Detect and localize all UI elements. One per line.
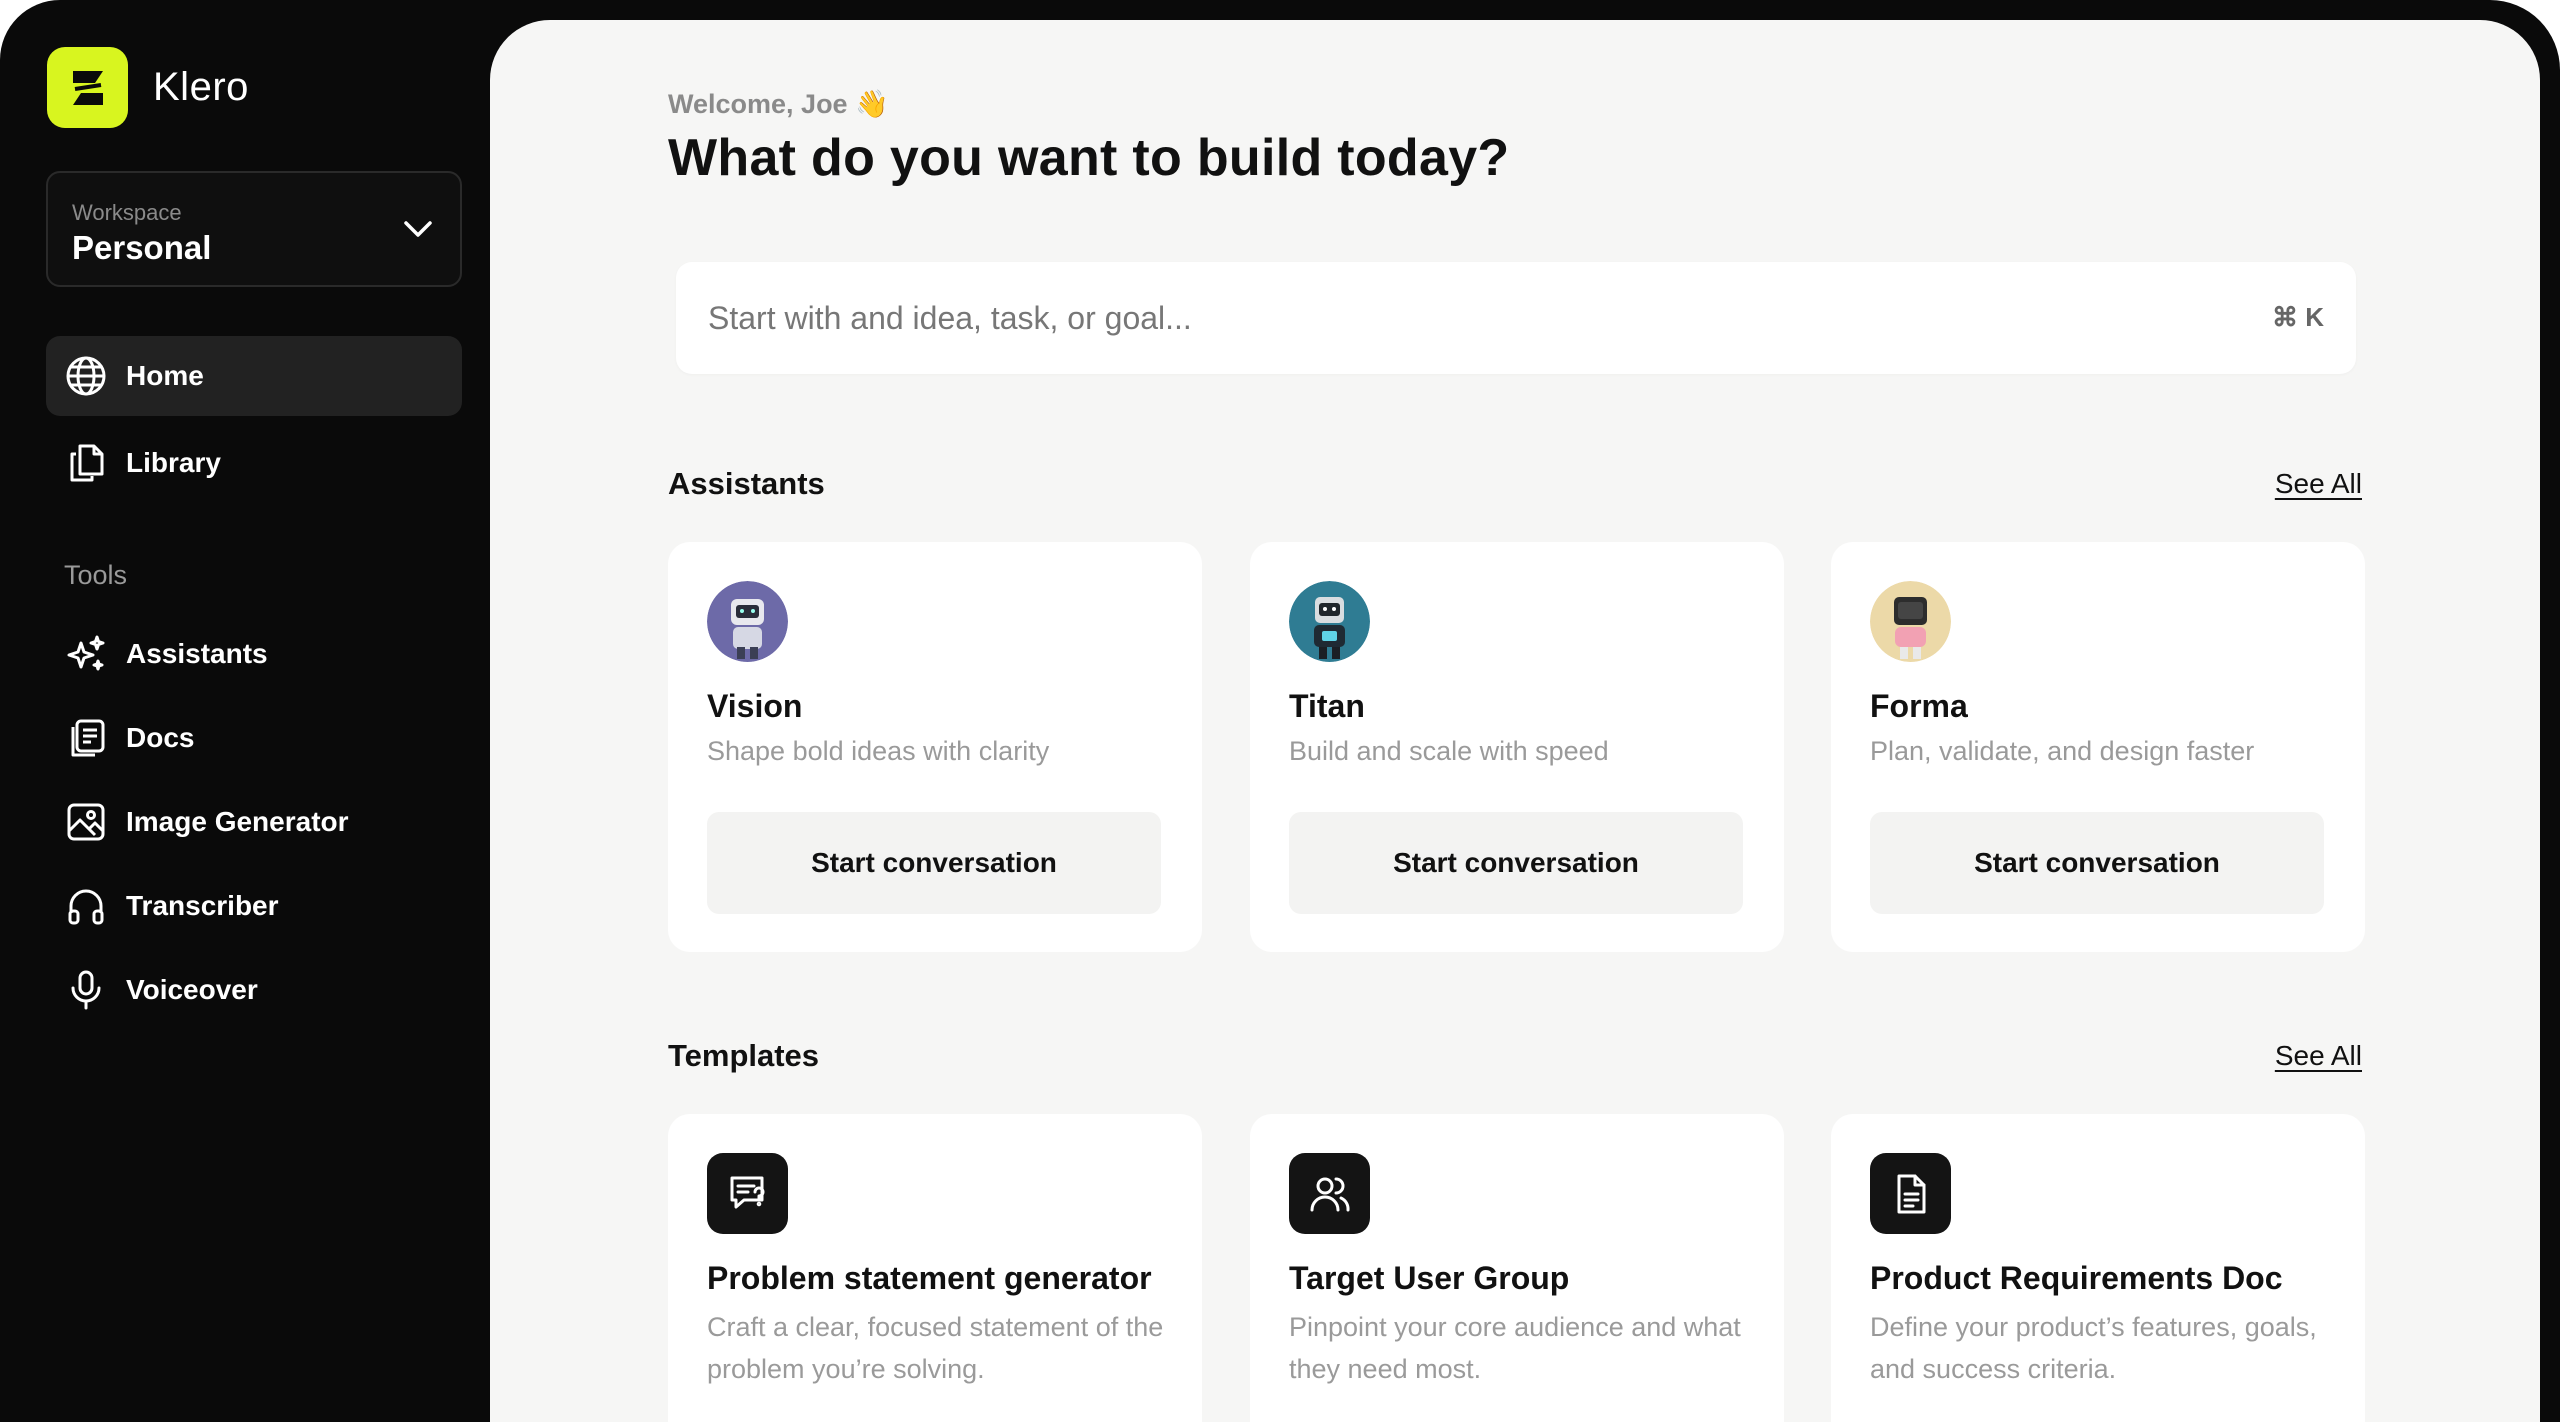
app-window: Klero Workspace Personal Home Library To…	[0, 0, 2560, 1422]
nav-item-docs[interactable]: Docs	[46, 698, 462, 778]
headphones-icon	[64, 884, 108, 928]
assistant-card-titan: Titan Build and scale with speed Start c…	[1250, 542, 1784, 952]
nav-label: Docs	[126, 722, 195, 753]
templates-see-all-link[interactable]: See All	[2275, 1040, 2362, 1072]
start-conversation-button[interactable]: Start conversation	[707, 812, 1161, 914]
assistant-description: Shape bold ideas with clarity	[707, 736, 1050, 766]
users-icon	[1289, 1153, 1370, 1234]
template-description: Define your product’s features, goals, a…	[1870, 1312, 2317, 1384]
nav-item-library[interactable]: Library	[46, 423, 462, 503]
nav-label: Transcriber	[126, 890, 279, 921]
vision-robot-avatar	[707, 581, 788, 662]
template-card-target-user-group[interactable]: Target User Group Pinpoint your core aud…	[1250, 1114, 1784, 1422]
templates-section-title: Templates	[668, 1038, 820, 1073]
forma-robot-avatar	[1870, 581, 1951, 662]
document-icon	[1870, 1153, 1951, 1234]
nav-label: Home	[126, 360, 204, 391]
template-name: Product Requirements Doc	[1870, 1260, 2283, 1296]
sparkles-icon	[64, 632, 108, 676]
sidebar: Klero Workspace Personal Home Library To…	[0, 0, 490, 1422]
assistants-see-all-link[interactable]: See All	[2275, 468, 2362, 500]
prompt-input[interactable]	[708, 262, 2208, 374]
assistant-description: Plan, validate, and design faster	[1870, 736, 2255, 766]
nav-item-transcriber[interactable]: Transcriber	[46, 866, 462, 946]
assistant-card-vision: Vision Shape bold ideas with clarity Sta…	[668, 542, 1202, 952]
brand-name: Klero	[153, 65, 249, 109]
page-title: What do you want to build today?	[668, 129, 1510, 187]
assistant-description: Build and scale with speed	[1289, 736, 1609, 766]
nav-label: Library	[126, 447, 221, 478]
workspace-label: Workspace	[72, 200, 182, 225]
main-content: Welcome, Joe 👋 What do you want to build…	[490, 20, 2540, 1422]
keyboard-shortcut-hint: ⌘ K	[2272, 302, 2324, 332]
workspace-switcher[interactable]: Workspace Personal	[46, 171, 462, 287]
assistant-name: Forma	[1870, 688, 1968, 724]
template-description: Craft a clear, focused statement of the …	[707, 1312, 1164, 1384]
template-card-problem-statement[interactable]: Problem statement generator Craft a clea…	[668, 1114, 1202, 1422]
titan-robot-avatar	[1289, 581, 1370, 662]
files-icon	[64, 441, 108, 485]
assistants-section-title: Assistants	[668, 466, 825, 501]
microphone-icon	[64, 968, 108, 1012]
brand[interactable]: Klero	[47, 47, 249, 128]
nav-item-assistants[interactable]: Assistants	[46, 614, 462, 694]
assistant-card-forma: Forma Plan, validate, and design faster …	[1831, 542, 2365, 952]
prompt-search-bar[interactable]: ⌘ K	[676, 262, 2356, 374]
message-question-icon	[707, 1153, 788, 1234]
start-conversation-button[interactable]: Start conversation	[1289, 812, 1743, 914]
klero-logo-icon	[47, 47, 128, 128]
globe-icon	[64, 354, 108, 398]
docs-icon	[64, 716, 108, 760]
assistant-name: Titan	[1289, 688, 1365, 724]
tools-section-label: Tools	[64, 560, 128, 590]
nav-label: Image Generator	[126, 806, 349, 837]
template-description: Pinpoint your core audience and what the…	[1289, 1312, 1741, 1384]
workspace-value: Personal	[72, 229, 212, 266]
assistant-name: Vision	[707, 688, 803, 724]
template-name: Problem statement generator	[707, 1260, 1152, 1296]
template-name: Target User Group	[1289, 1260, 1570, 1296]
nav-label: Voiceover	[126, 974, 258, 1005]
nav-item-voiceover[interactable]: Voiceover	[46, 950, 462, 1030]
template-card-product-requirements[interactable]: Product Requirements Doc Define your pro…	[1831, 1114, 2365, 1422]
nav-item-image-generator[interactable]: Image Generator	[46, 782, 462, 862]
start-conversation-button[interactable]: Start conversation	[1870, 812, 2324, 914]
image-icon	[64, 800, 108, 844]
welcome-text: Welcome, Joe 👋	[668, 89, 889, 119]
chevron-down-icon	[402, 217, 434, 246]
nav-item-home[interactable]: Home	[46, 336, 462, 416]
nav-label: Assistants	[126, 638, 268, 669]
